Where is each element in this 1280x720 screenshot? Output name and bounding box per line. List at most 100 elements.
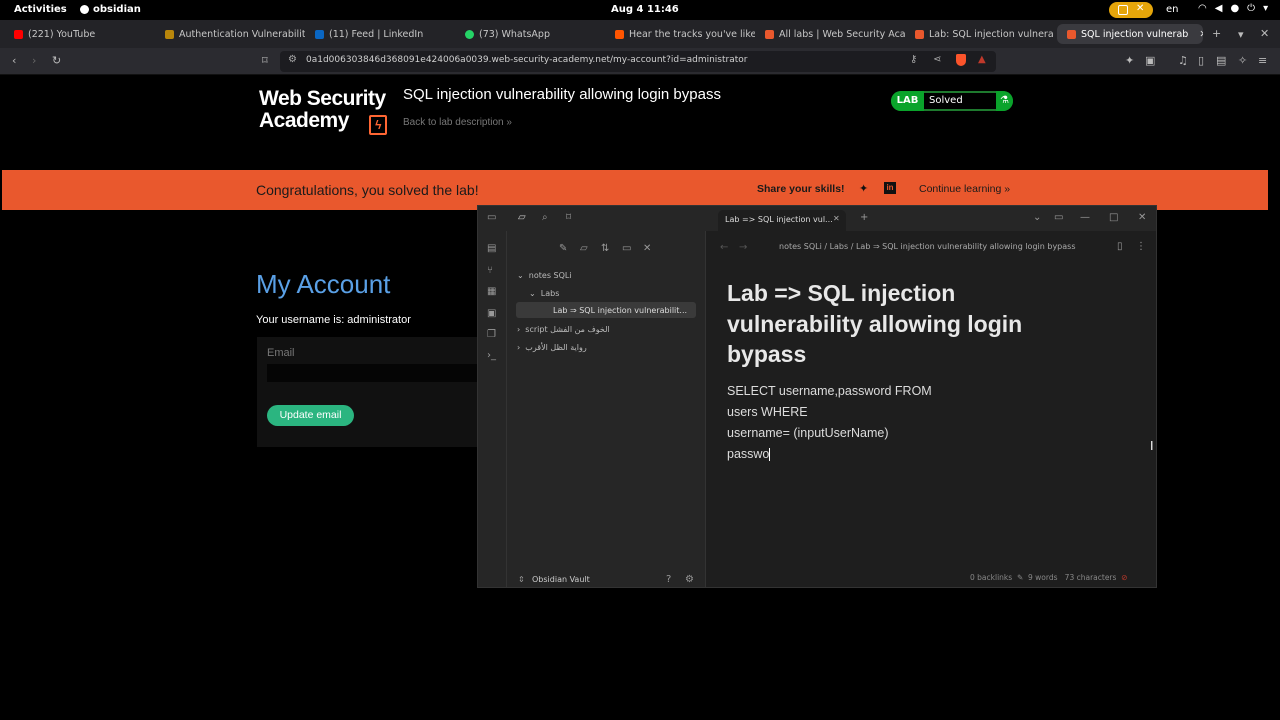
- reading-view-icon[interactable]: ▯: [1117, 241, 1123, 252]
- browser-tab[interactable]: (11) Feed | LinkedIn: [305, 24, 455, 44]
- more-options-icon[interactable]: ⋮: [1136, 241, 1146, 252]
- vault-switch-icon[interactable]: ⇕: [518, 575, 525, 584]
- update-email-button[interactable]: Update email: [267, 405, 354, 426]
- obsidian-window: ▭ ▱ ⌕ ⌑ Lab => SQL injection vul... ✕ + …: [477, 205, 1157, 588]
- file-icon[interactable]: ▤: [487, 243, 496, 254]
- tree-folder-labs[interactable]: ⌄ Labs: [529, 289, 559, 298]
- web-security-academy-logo[interactable]: Web Security Academy ϟ: [259, 88, 391, 136]
- folder-icon[interactable]: ▱: [518, 212, 526, 223]
- media-icon[interactable]: ♫: [1178, 54, 1188, 67]
- clock[interactable]: Aug 4 11:46: [611, 4, 679, 15]
- close-window-icon[interactable]: ✕: [1260, 27, 1269, 40]
- keyboard-language[interactable]: en: [1166, 4, 1179, 15]
- minimize-icon[interactable]: —: [1080, 212, 1090, 223]
- wifi-icon: ◠: [1198, 3, 1207, 14]
- calendar-icon[interactable]: ▣: [487, 308, 496, 319]
- obsidian-titlebar: ▭ ▱ ⌕ ⌑ Lab => SQL injection vul... ✕ + …: [478, 206, 1156, 231]
- wallet-icon[interactable]: ▣: [1145, 54, 1155, 67]
- sidebar-icon[interactable]: ▯: [1198, 54, 1204, 67]
- note-line: SELECT username,password FROM: [727, 384, 932, 398]
- username-text: Your username is: administrator: [256, 314, 411, 326]
- browser-tab[interactable]: All labs | Web Security Aca: [755, 24, 905, 44]
- continue-learning-link[interactable]: Continue learning »: [919, 183, 1010, 195]
- forward-icon[interactable]: ›: [32, 54, 36, 67]
- note-line: users WHERE: [727, 405, 808, 419]
- sort-icon[interactable]: ⇅: [601, 243, 609, 254]
- settings-icon[interactable]: ⚙: [685, 574, 694, 585]
- browser-tab[interactable]: Lab: SQL injection vulnera: [905, 24, 1055, 44]
- edit-mode-icon[interactable]: ✎: [1017, 573, 1023, 582]
- maximize-icon[interactable]: □: [1109, 212, 1118, 223]
- stop-recording-icon[interactable]: ✕: [1136, 3, 1144, 14]
- brave-rewards-icon[interactable]: ▲: [978, 54, 986, 65]
- file-explorer: ✎ ▱ ⇅ ▭ ✕ ⌄ notes SQLi ⌄ Labs Lab ⇒ SQL …: [507, 231, 706, 587]
- browser-tab[interactable]: (221) YouTube: [4, 24, 154, 44]
- collapse-icon[interactable]: ▭: [622, 243, 631, 254]
- volume-icon: ◀: [1214, 3, 1223, 14]
- linkedin-icon[interactable]: in: [884, 182, 896, 194]
- share-icon[interactable]: ⋖: [933, 54, 941, 65]
- tab-list-icon[interactable]: ▾: [1238, 28, 1244, 41]
- active-app-name: obsidian: [93, 4, 141, 15]
- extensions-icon[interactable]: ✦: [1125, 54, 1134, 67]
- key-icon[interactable]: ⚷: [910, 54, 917, 65]
- portswigger-icon: [1067, 29, 1076, 39]
- share-label: Share your skills!: [757, 183, 845, 195]
- back-to-lab-link[interactable]: Back to lab description »: [403, 117, 512, 128]
- reload-icon[interactable]: ↻: [52, 54, 61, 67]
- new-tab-icon[interactable]: +: [860, 212, 868, 223]
- site-info-icon[interactable]: ⚙: [288, 54, 297, 65]
- vault-name[interactable]: Obsidian Vault: [532, 575, 590, 584]
- canvas-icon[interactable]: ▦: [487, 286, 496, 297]
- close-icon[interactable]: ✕: [643, 243, 651, 254]
- editor-pane[interactable]: ← → notes SQLi / Labs / Lab ⇒ SQL inject…: [707, 231, 1156, 587]
- nav-forward-icon[interactable]: →: [739, 242, 747, 253]
- word-count: 9 words: [1028, 573, 1058, 582]
- system-tray[interactable]: ◠ ◀ ● ⏻ ▾: [1198, 3, 1268, 14]
- browser-tab[interactable]: Authentication Vulnerabilit: [155, 24, 305, 44]
- back-icon[interactable]: ‹: [12, 54, 16, 67]
- brave-shields-icon[interactable]: [956, 54, 966, 66]
- email-field[interactable]: [267, 364, 479, 382]
- note-line: username= (inputUserName): [727, 426, 889, 440]
- chevron-down-icon: ▾: [1263, 3, 1269, 14]
- browser-tab[interactable]: Hear the tracks you've like: [605, 24, 755, 44]
- bookmark-icon[interactable]: ⌑: [566, 212, 571, 223]
- tree-folder-notes-sqli[interactable]: ⌄ notes SQLi: [517, 271, 572, 280]
- note-title: Lab => SQL injection vulnerability allow…: [727, 280, 1023, 367]
- tab-favicon: [165, 29, 174, 39]
- screen-recording-indicator[interactable]: ✕: [1109, 2, 1153, 18]
- menu-icon[interactable]: ≡: [1258, 54, 1267, 67]
- tree-file-active[interactable]: Lab ⇒ SQL injection vulnerabilit...: [516, 302, 696, 318]
- close-tab-icon[interactable]: ✕: [1199, 29, 1203, 40]
- address-bar[interactable]: ⚙ 0a1d006303846d368091e424006a0039.web-s…: [280, 51, 996, 72]
- browser-tab[interactable]: (73) WhatsApp: [455, 24, 605, 44]
- tree-folder-novel[interactable]: › رواية الظل الأقرب: [517, 343, 587, 352]
- twitter-icon[interactable]: ✦: [859, 182, 871, 195]
- sync-off-icon[interactable]: ⊘: [1121, 573, 1127, 582]
- chevron-down-icon[interactable]: ⌄: [1033, 212, 1041, 223]
- backlinks-count[interactable]: 0 backlinks: [970, 573, 1012, 582]
- reading-list-icon[interactable]: ▤: [1216, 54, 1226, 67]
- new-note-icon[interactable]: ✎: [559, 243, 567, 254]
- leo-ai-icon[interactable]: ✧: [1238, 54, 1247, 67]
- right-sidebar-icon[interactable]: ▭: [1054, 212, 1063, 223]
- close-icon[interactable]: ✕: [1138, 212, 1146, 223]
- text-cursor: [769, 448, 771, 462]
- sidebar-toggle-icon[interactable]: ▭: [487, 212, 496, 223]
- bookmark-icon[interactable]: ⌑: [262, 54, 268, 67]
- search-icon[interactable]: ⌕: [542, 212, 548, 223]
- graph-icon[interactable]: ⑂: [487, 265, 493, 276]
- nav-back-icon[interactable]: ←: [720, 242, 728, 253]
- close-tab-icon[interactable]: ✕: [833, 214, 840, 223]
- activities-button[interactable]: Activities: [14, 4, 67, 15]
- new-folder-icon[interactable]: ▱: [580, 243, 588, 254]
- terminal-icon[interactable]: ›_: [487, 350, 496, 361]
- tree-folder-script[interactable]: › script الخوف من الفشل: [517, 325, 610, 334]
- editor-tab[interactable]: Lab => SQL injection vul... ✕: [718, 210, 846, 231]
- browser-tab-active[interactable]: SQL injection vulnerab✕: [1057, 24, 1203, 44]
- help-icon[interactable]: ?: [666, 574, 671, 585]
- new-tab-icon[interactable]: +: [1212, 27, 1221, 40]
- active-app-menu[interactable]: obsidian: [80, 4, 141, 15]
- copy-icon[interactable]: ❐: [487, 329, 496, 340]
